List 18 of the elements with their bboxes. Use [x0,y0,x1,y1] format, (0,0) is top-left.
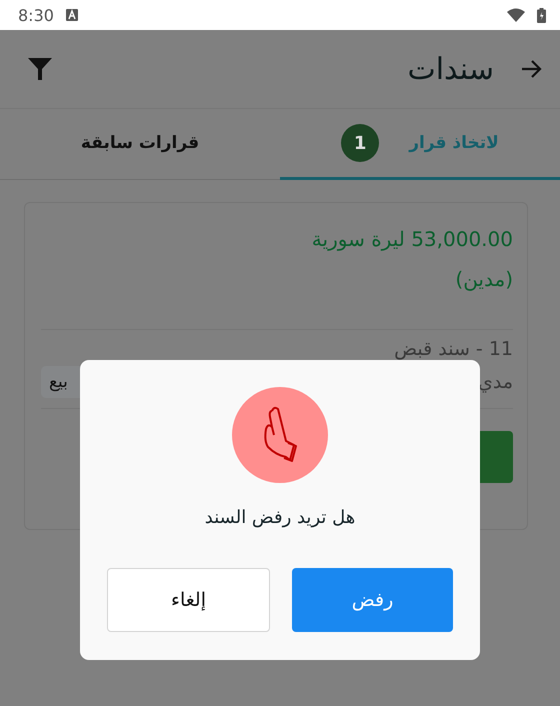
balance-side: (مدين) [455,267,513,291]
amount-text: 53,000.00 ليرة سورية [312,227,513,251]
tab[interactable]: قرارات سابقة [0,109,280,180]
cancel-button[interactable]: إلغاء [107,568,270,632]
status-time: 8:30 [18,6,54,24]
voucher-detail: مدي [478,371,513,393]
tab-label: قرارات سابقة [80,133,200,153]
voucher-number: 11 - سند قبض [394,338,513,360]
dialog-message: هل تريد رفض السند [204,507,356,528]
filter-button[interactable] [28,57,52,81]
reject-button[interactable]: رفض [292,568,453,632]
notification-icon [66,9,78,21]
count-badge: 1 [341,124,380,162]
back-button[interactable] [520,58,542,80]
page-title: سندات [407,52,494,86]
battery-icon [537,8,546,22]
tab-label: لاتخاذ قرار [409,133,499,153]
wifi-icon [507,8,525,22]
